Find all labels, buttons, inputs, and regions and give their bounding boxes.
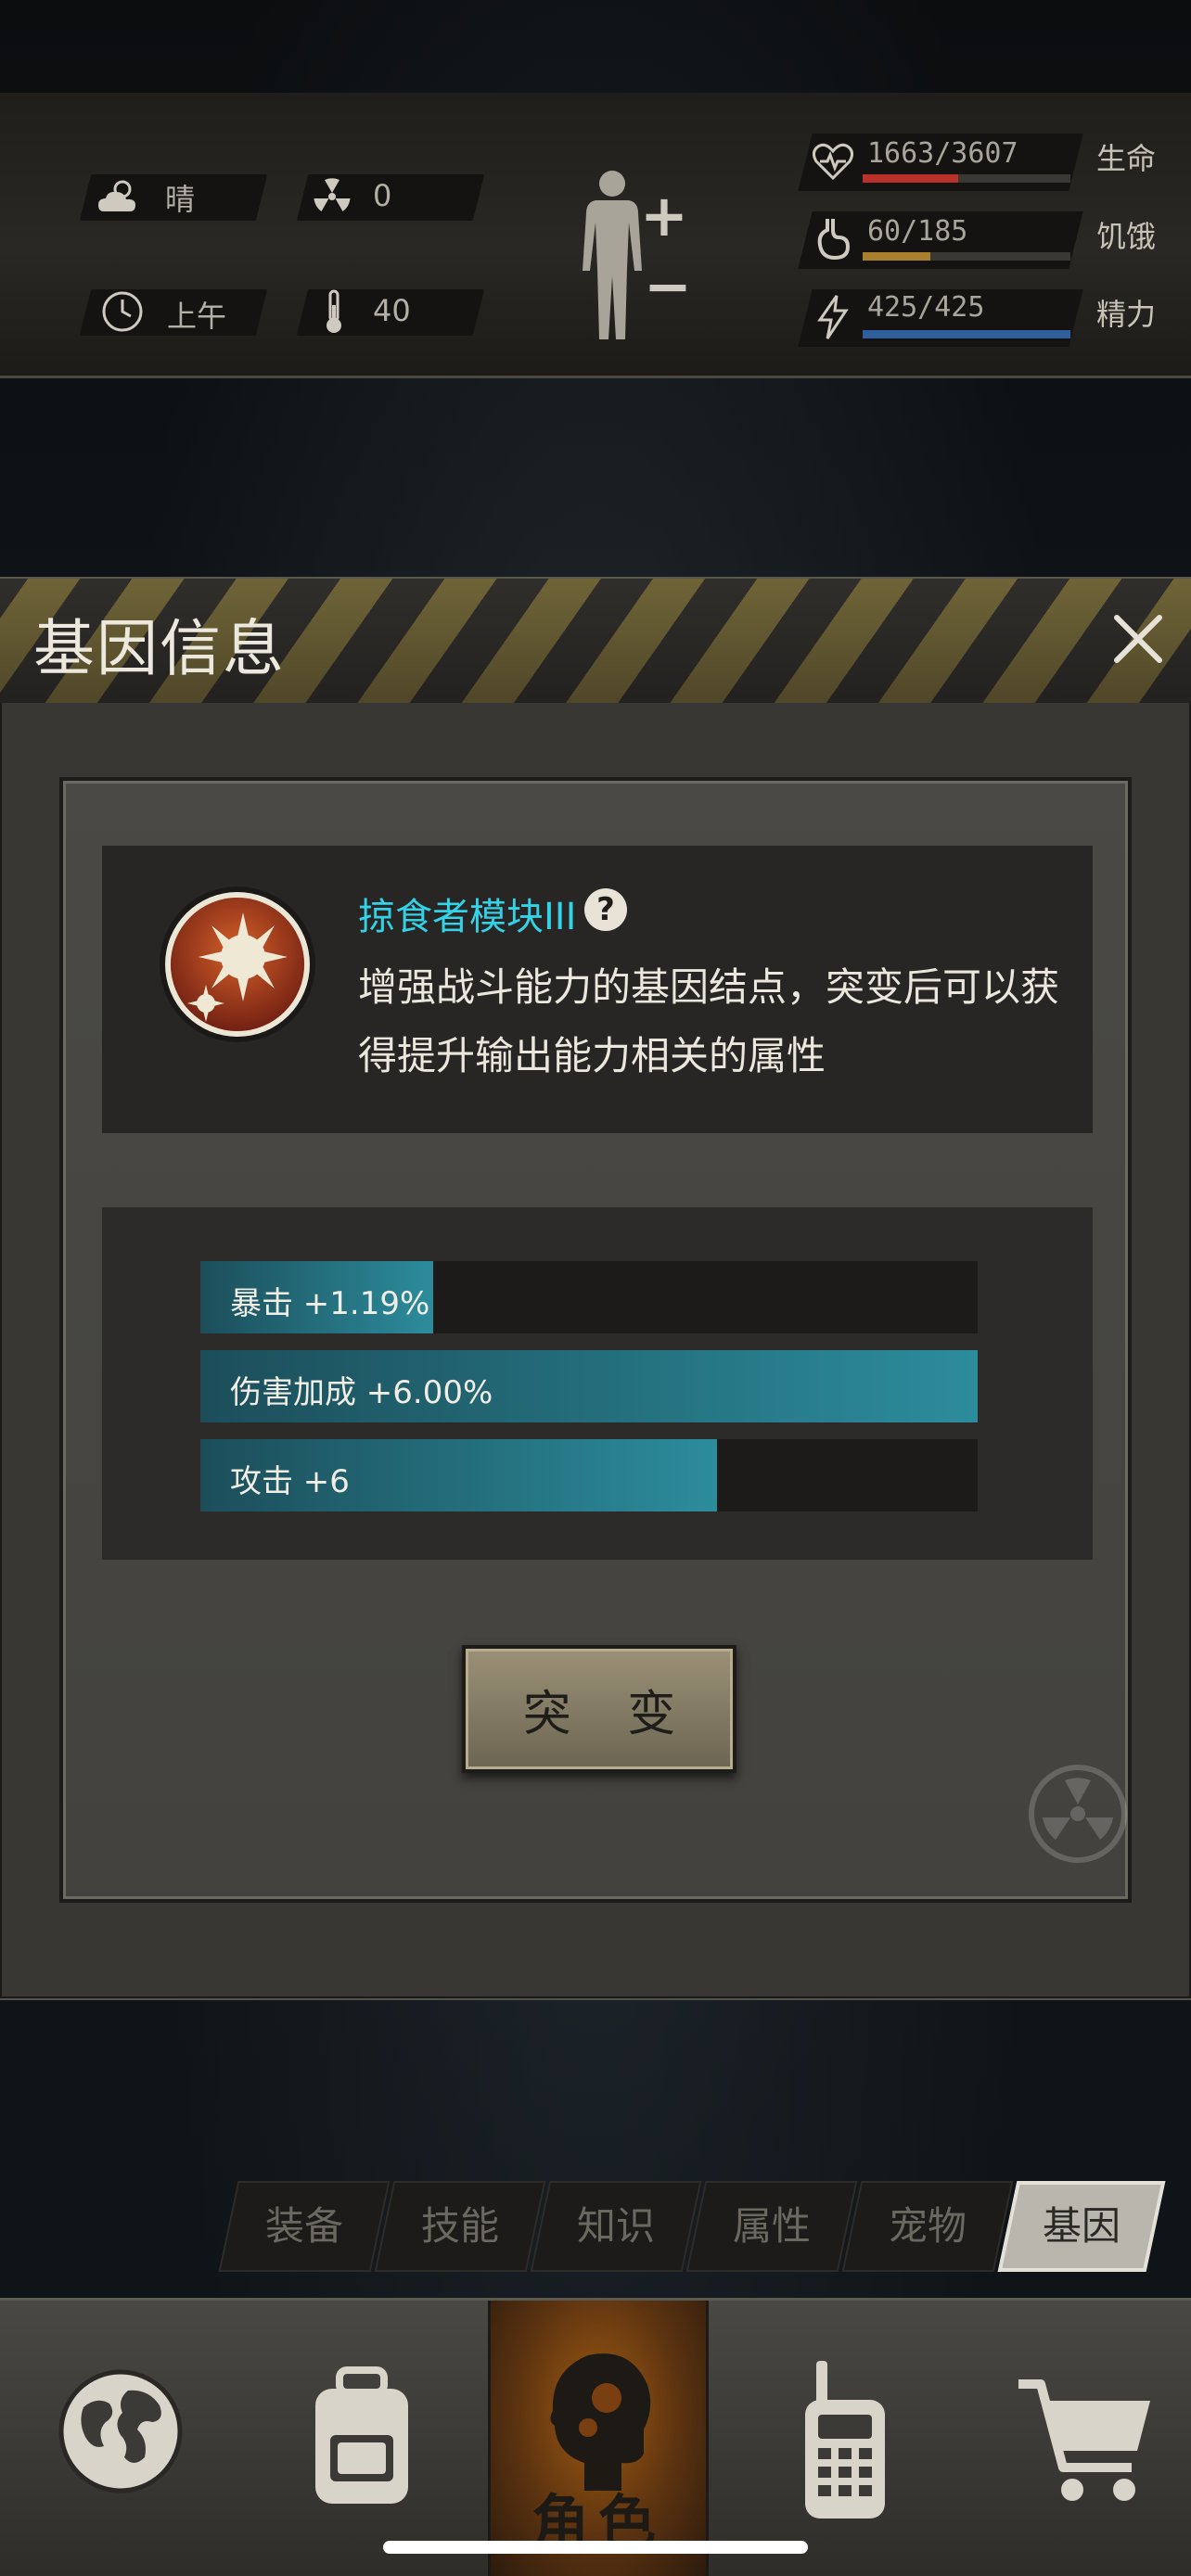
thermometer-icon [308, 286, 360, 338]
help-icon[interactable]: ? [584, 888, 627, 931]
gene-detail-panel: 掠食者模块III ? 增强战斗能力的基因结点，突变后可以获得提升输出能力相关的属… [59, 777, 1132, 1903]
gene-name: 掠食者模块III [358, 896, 577, 938]
walkie-talkie-icon [805, 2361, 885, 2519]
gene-description: 增强战斗能力的基因结点，突变后可以获得提升输出能力相关的属性 [358, 964, 1060, 1078]
bottom-navigation: 角色 [0, 2298, 1191, 2576]
tab-label: 属性 [732, 2203, 811, 2249]
backpack-icon [315, 2366, 408, 2504]
lightning-icon [805, 289, 861, 345]
nav-character[interactable]: 角色 [488, 2301, 709, 2576]
gene-info-dialog: 基因信息 掠食者模块III ? 增强战斗能力的基因结点，突变后可以获得提升输出能… [0, 577, 1191, 2000]
stomach-icon [805, 211, 861, 267]
minus-icon[interactable]: − [644, 252, 692, 320]
energy-bar-fill [863, 330, 1070, 338]
health-value: 1663/3607 [867, 137, 1018, 170]
close-icon[interactable] [1106, 606, 1171, 671]
nav-shop[interactable] [1002, 2301, 1169, 2576]
energy-label: 精力 [1096, 297, 1157, 332]
bonus-text: 伤害加成 +6.00% [230, 1374, 493, 1411]
tab-genes[interactable]: 基因 [997, 2181, 1166, 2272]
hunger-label: 饥饿 [1096, 219, 1157, 254]
tab-label: 宠物 [888, 2203, 967, 2249]
nav-radio[interactable] [761, 2301, 928, 2576]
gene-bonus-list: 暴击 +1.19% 伤害加成 +6.00% 攻击 +6 [102, 1207, 1093, 1560]
predator-gene-icon [158, 885, 317, 1044]
tab-equipment[interactable]: 装备 [218, 2181, 391, 2272]
nav-world[interactable] [37, 2301, 204, 2576]
home-indicator[interactable] [383, 2541, 808, 2554]
temperature-value: 40 [373, 293, 411, 328]
radiation-watermark-icon [1028, 1764, 1128, 1864]
tab-label: 技能 [420, 2203, 499, 2249]
tab-attributes[interactable]: 属性 [685, 2181, 858, 2272]
status-hud: 晴 0 上午 40 + − 1663/3607 生命 60/185 饥饿 425… [0, 93, 1191, 378]
tab-skills[interactable]: 技能 [374, 2181, 546, 2272]
hunger-bar [863, 252, 1070, 261]
character-tab-bar: 装备 技能 知识 属性 宠物 基因 [217, 2181, 1172, 2272]
health-label: 生命 [1096, 141, 1157, 176]
health-bar-fill [863, 174, 959, 183]
hunger-value: 60/185 [867, 215, 968, 248]
globe-icon [58, 2369, 183, 2493]
bonus-text: 攻击 +6 [230, 1463, 350, 1500]
bonus-row-damage: 伤害加成 +6.00% [200, 1350, 978, 1422]
radiation-icon [306, 171, 358, 223]
cloud-sun-icon [93, 171, 145, 223]
body-silhouette-icon[interactable] [575, 167, 649, 343]
tab-label: 装备 [264, 2203, 343, 2249]
energy-bar [863, 330, 1070, 338]
mutate-button[interactable]: 突 变 [462, 1645, 736, 1773]
energy-value: 425/425 [867, 291, 985, 324]
tab-label: 知识 [576, 2203, 655, 2249]
hunger-bar-fill [863, 252, 930, 261]
plus-icon[interactable]: + [640, 182, 688, 249]
tab-knowledge[interactable]: 知识 [530, 2181, 702, 2272]
health-bar [863, 174, 1070, 183]
weather-text: 晴 [165, 182, 196, 217]
heart-icon [805, 134, 861, 189]
dialog-title: 基因信息 [33, 613, 286, 684]
clock-icon [96, 286, 148, 338]
bonus-row-attack: 攻击 +6 [200, 1439, 978, 1511]
bonus-text: 暴击 +1.19% [230, 1285, 430, 1322]
bonus-row-crit: 暴击 +1.19% [200, 1261, 978, 1333]
tab-pets[interactable]: 宠物 [841, 2181, 1014, 2272]
gene-info-box: 掠食者模块III ? 增强战斗能力的基因结点，突变后可以获得提升输出能力相关的属… [102, 846, 1093, 1133]
shopping-cart-icon [1018, 2379, 1150, 2501]
time-of-day-text: 上午 [167, 299, 227, 334]
tab-label: 基因 [1042, 2203, 1121, 2249]
radiation-value: 0 [373, 178, 392, 213]
nav-inventory[interactable] [278, 2301, 445, 2576]
